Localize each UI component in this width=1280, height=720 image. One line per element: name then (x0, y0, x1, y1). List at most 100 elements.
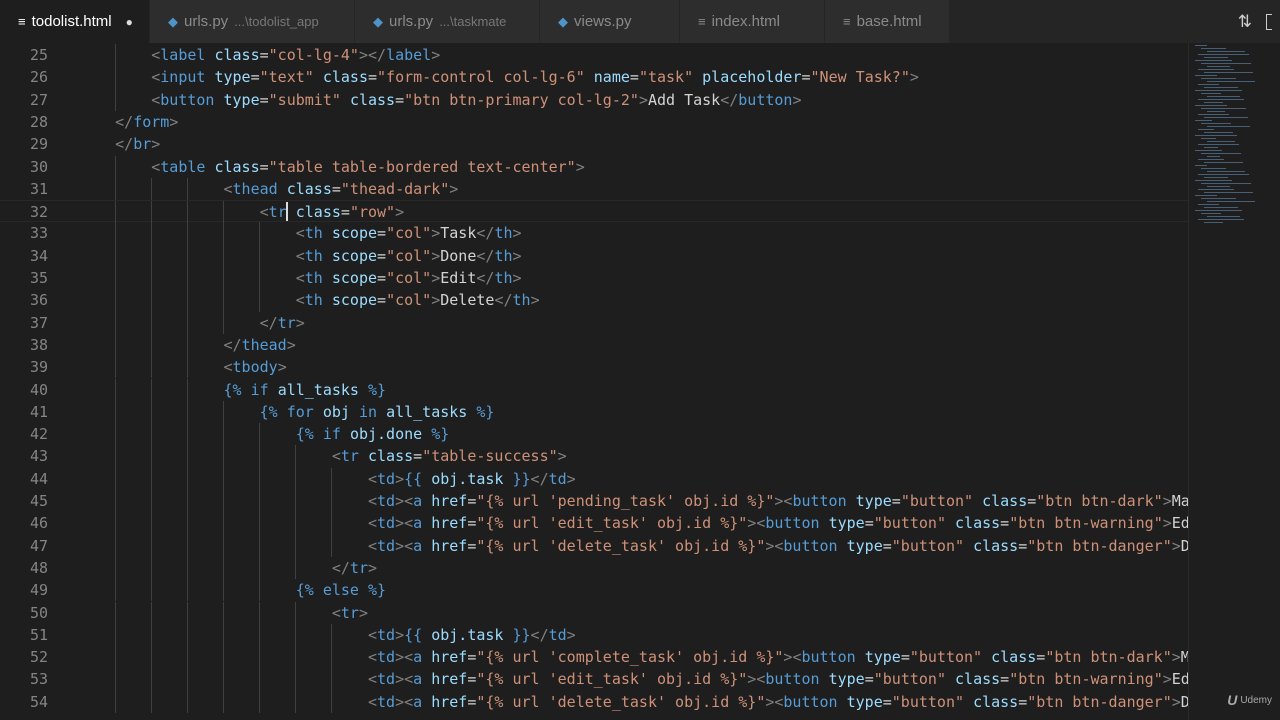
code-line[interactable]: 29 </br> (0, 133, 1188, 155)
indent-guide (115, 201, 116, 224)
code-token: Ma (1171, 492, 1188, 510)
code-line[interactable]: 35 <th scope="col">Edit</th> (0, 267, 1188, 290)
code-token: tr (340, 447, 359, 466)
minimap-line (1207, 201, 1255, 202)
tab-urls-py[interactable]: ◆ urls.py ...\taskmate (355, 0, 540, 43)
code-token: td (377, 670, 396, 689)
code-token: all_tasks (277, 380, 359, 399)
code-line[interactable]: 33 <th scope="col">Task</th> (0, 222, 1188, 245)
tab-base-html[interactable]: ≡ base.html (825, 0, 950, 43)
code-token: < (756, 514, 766, 533)
code-line[interactable]: 51 <td>{{ obj.task }}</td> (0, 623, 1188, 647)
indent-guide (223, 267, 224, 290)
code-line[interactable]: 49 {% else %} (0, 579, 1188, 602)
code-line[interactable]: 28 </form> (0, 111, 1188, 133)
code-token: table (160, 157, 206, 176)
code-line[interactable]: 32 <tr class="row"> (0, 200, 1188, 224)
code-token: > (1171, 648, 1181, 667)
unsaved-dot-icon[interactable]: ● (126, 15, 133, 29)
code-token: > (1171, 536, 1181, 555)
code-token: > (395, 203, 405, 222)
code-token: tbody (232, 358, 278, 377)
line-code: <input type="text" class="form-control c… (79, 66, 919, 88)
code-line[interactable]: 41 {% for obj in all_tasks %} (0, 400, 1188, 424)
code-line[interactable]: 31 <thead class="thead-dark"> (0, 177, 1188, 201)
indent-guide (331, 623, 332, 647)
code-line[interactable]: 42 {% if obj.done %} (0, 423, 1188, 446)
code-line[interactable]: 52 <td><a href="{% url 'complete_task' o… (0, 646, 1188, 669)
code-line[interactable]: 37 </tr> (0, 311, 1188, 334)
tab-urls-py[interactable]: ◆ urls.py ...\todolist_app (150, 0, 355, 43)
code-token: </ (720, 90, 739, 109)
line-number: 49 (29, 581, 48, 600)
indent-guide (115, 445, 116, 468)
code-token: </ (331, 558, 350, 577)
code-line[interactable]: 48 </tr> (0, 556, 1188, 580)
code-line[interactable]: 27 <button type="submit" class="btn btn-… (0, 88, 1188, 111)
code-token: "col-lg-4" (268, 46, 359, 64)
tab-views-py[interactable]: ◆ views.py (540, 0, 680, 43)
code-line[interactable]: 36 <th scope="col">Delete</th> (0, 289, 1188, 312)
code-line[interactable]: 44 <td>{{ obj.task }}</td> (0, 467, 1188, 490)
minimap-line (1195, 60, 1232, 61)
code-token: scope (331, 246, 378, 265)
code-line[interactable]: 47 <td><a href="{% url 'delete_task' obj… (0, 534, 1188, 557)
code-token: > (431, 246, 441, 265)
code-token: all_tasks (386, 402, 468, 421)
code-line[interactable]: 25 <label class="col-lg-4"></label> (0, 44, 1188, 67)
code-line[interactable]: 40 {% if all_tasks %} (0, 378, 1188, 401)
code-token: class (368, 447, 414, 466)
code-token: < (367, 648, 378, 667)
code-token: class (955, 670, 1001, 689)
code-token: thead (232, 179, 278, 198)
python-file-icon: ◆ (373, 13, 383, 29)
code-line[interactable]: 54 <td><a href="{% url 'delete_task' obj… (0, 690, 1188, 713)
code-line[interactable]: 26 <input type="text" class="form-contro… (0, 66, 1188, 89)
code-token: > (395, 625, 405, 644)
code-token: < (295, 291, 305, 310)
code-token: href (431, 514, 468, 533)
code-line[interactable]: 34 <th scope="col">Done</th> (0, 244, 1188, 267)
indent-guide (259, 490, 260, 513)
line-number: 50 (29, 603, 48, 622)
code-line[interactable]: 39 <tbody> (0, 356, 1188, 379)
tab-index-html[interactable]: ≡ index.html (680, 0, 825, 43)
compare-changes-icon[interactable]: ⇅ (1238, 12, 1252, 32)
code-token: {% (295, 425, 314, 444)
code-token: tr (349, 558, 368, 577)
tab-description: ...\taskmate (439, 14, 507, 29)
split-editor-icon[interactable] (1266, 13, 1272, 30)
code-token: a (413, 514, 423, 533)
code-line[interactable]: 50 <tr> (0, 601, 1188, 624)
minimap-line (1201, 108, 1246, 109)
tab-todolist-html[interactable]: ≡ todolist.html ● (0, 0, 150, 43)
indent-guide (151, 601, 152, 624)
code-token: button (765, 670, 820, 689)
indent-guide (295, 467, 296, 490)
code-line[interactable]: 45 <td><a href="{% url 'pending_task' ob… (0, 490, 1188, 513)
code-line[interactable]: 53 <td><a href="{% url 'edit_task' obj.i… (0, 668, 1188, 691)
minimap[interactable] (1188, 43, 1280, 720)
code-token: > (1171, 692, 1181, 711)
code-line[interactable]: 46 <td><a href="{% url 'edit_task' obj.i… (0, 512, 1188, 535)
code-line[interactable]: 30 <table class="table table-bordered te… (0, 155, 1188, 178)
indent-guide (331, 534, 332, 557)
minimap-line (1198, 114, 1229, 115)
line-number: 37 (29, 313, 48, 332)
line-number: 46 (29, 514, 48, 533)
code-token: </ (476, 269, 495, 287)
minimap-line (1198, 129, 1214, 130)
code-token: Delete (440, 291, 495, 310)
code-line[interactable]: 43 <tr class="table-success"> (0, 445, 1188, 468)
minimap-line (1195, 180, 1232, 181)
code-line[interactable]: 38 </thead> (0, 333, 1188, 357)
code-editor[interactable]: 25 <label class="col-lg-4"></label> 26 <i… (0, 43, 1188, 720)
